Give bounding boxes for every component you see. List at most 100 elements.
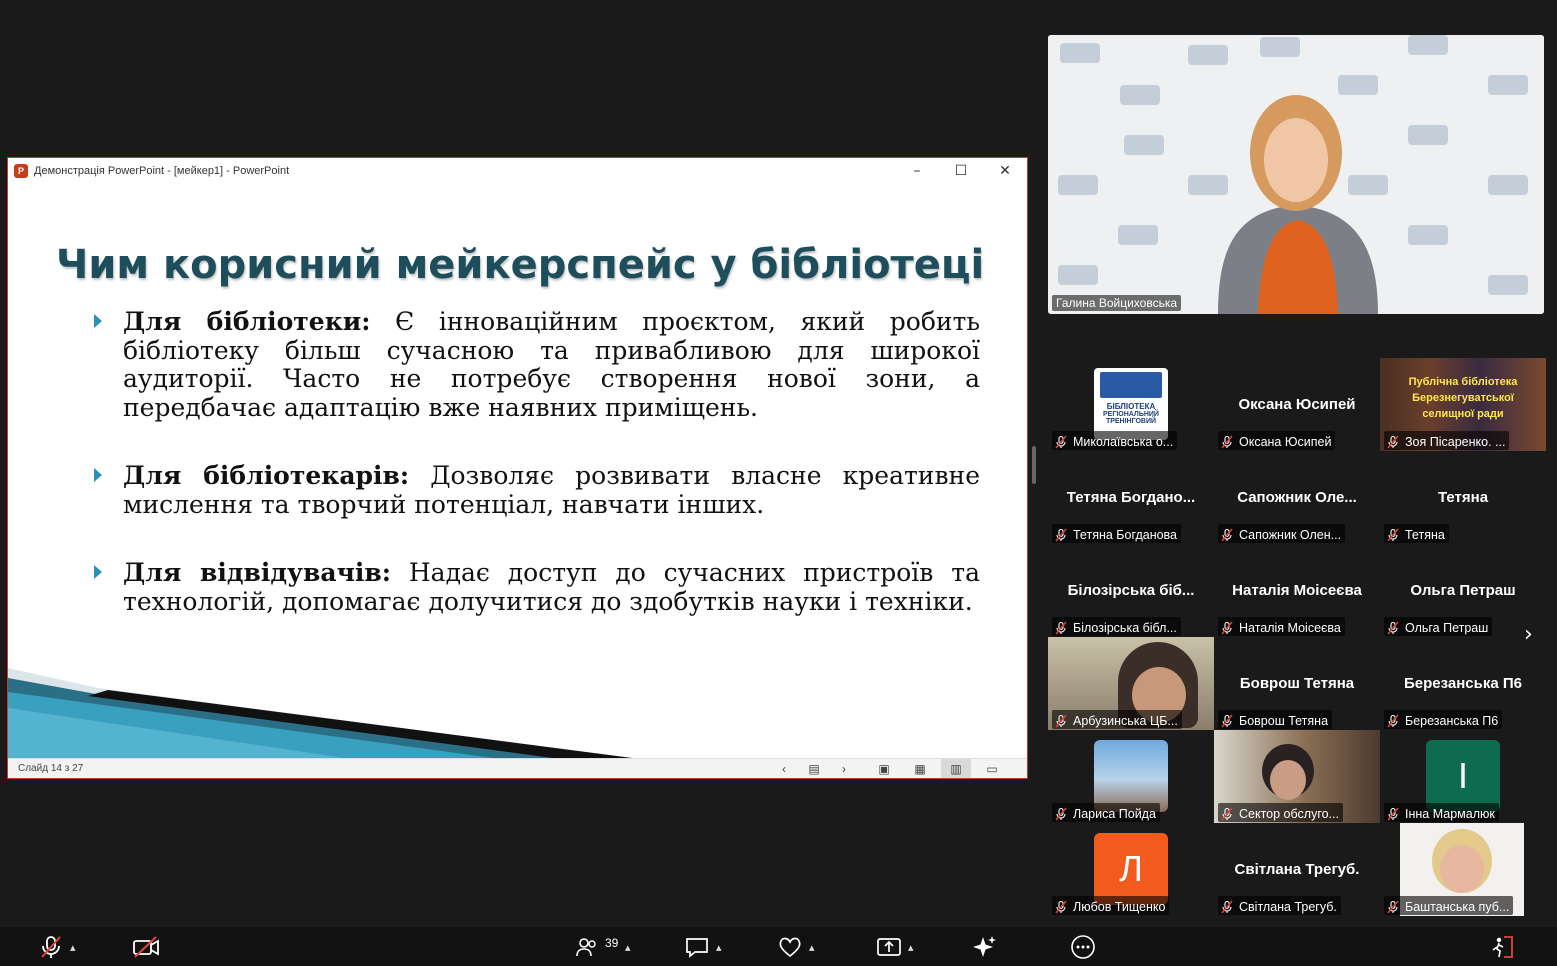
maximize-button[interactable]: ☐ (939, 158, 983, 184)
gallery-next-icon[interactable]: › (1524, 622, 1533, 647)
normal-view-icon[interactable]: ▣ (869, 759, 899, 778)
bullet-lead: Для відвідувачів: (123, 558, 391, 587)
more-button[interactable] (1070, 932, 1096, 962)
participant-photo (1094, 740, 1168, 812)
participant-avatar: Л (1094, 833, 1168, 905)
participant-name-label: Зоя Пісаренко. ... (1384, 431, 1510, 450)
participant-tile[interactable]: БІБЛІОТЕКА РЕГІОНАЛЬНИЙ ТРЕНІНГОВИЙ Миколаї… (1048, 358, 1214, 451)
powerpoint-window: P Демонстрація PowerPoint - [мейкер1] - … (7, 157, 1028, 779)
participant-name-label: Любов Тищенко (1052, 896, 1170, 915)
ai-assistant-button[interactable] (971, 932, 997, 962)
participants-button[interactable]: 39 ▴ (575, 932, 645, 962)
participant-tile[interactable]: Л Любов Тищенко (1048, 823, 1214, 916)
library-overlay-text: селищної ради (1422, 408, 1504, 420)
mic-muted-icon (1387, 435, 1399, 448)
participant-tile[interactable]: Баштанська пуб... (1380, 823, 1546, 916)
participant-avatar: І (1426, 740, 1500, 812)
participant-tile[interactable]: Арбузинська ЦБ... (1048, 637, 1214, 730)
chat-button[interactable]: ▴ (684, 932, 722, 962)
participant-display-name: Тетяна Богдано... (1066, 489, 1196, 506)
participant-display-name: Світлана Трегуб. (1234, 861, 1360, 878)
mic-toggle[interactable]: ▴ (38, 932, 76, 962)
minimize-button[interactable]: – (895, 158, 939, 184)
prev-slide-icon[interactable]: ‹ (769, 759, 799, 778)
slide-title: Чим корисний мейкерспейс у бібліотеці (56, 242, 985, 288)
logo-line: РЕГІОНАЛЬНИЙ (1103, 411, 1159, 418)
participant-tile[interactable]: Оксана Юсипей Оксана Юсипей (1214, 358, 1380, 451)
org-logo: БІБЛІОТЕКА РЕГІОНАЛЬНИЙ ТРЕНІНГОВИЙ (1094, 368, 1168, 440)
bullet-librarians: Для бібліотекарів: Дозволяє розвивати вл… (94, 461, 980, 519)
meeting-toolbar: ▴ 39 ▴ ▴ ▴ ▴ (0, 927, 1557, 966)
slide-canvas: Чим корисний мейкерспейс у бібліотеці Дл… (8, 184, 1027, 760)
participant-name: Березанська П6 (1405, 713, 1499, 728)
reactions-options-icon[interactable]: ▴ (809, 941, 815, 954)
panel-resize-handle[interactable] (1032, 446, 1036, 484)
reading-view-icon[interactable]: ▥ (941, 759, 971, 778)
slide-counter: Слайд 14 з 27 (18, 763, 84, 774)
participant-display-name: Сапожник Оле... (1237, 489, 1357, 506)
participant-tile[interactable]: Білозірська біб... Білозірська бібл... (1048, 544, 1214, 637)
participant-name-label: Березанська П6 (1384, 710, 1503, 729)
participant-name: Лариса Пойда (1073, 806, 1156, 821)
participant-name: Світлана Трегуб. (1239, 899, 1337, 914)
participant-name-label: Світлана Трегуб. (1218, 896, 1341, 915)
camera-off-icon (133, 936, 159, 958)
slide-list-icon[interactable]: ▤ (799, 759, 829, 778)
mic-muted-icon (1221, 807, 1233, 820)
participant-tile[interactable]: Наталія Моісеєва Наталія Моісеєва (1214, 544, 1380, 637)
participant-tile[interactable]: Сапожник Оле... Сапожник Олен... (1214, 451, 1380, 544)
slide-bullets: Для бібліотеки: Є інноваційним проєктом,… (94, 307, 980, 656)
library-overlay-text: Березнегуватської (1412, 392, 1514, 404)
bullet-lead: Для бібліотеки: (123, 307, 371, 336)
mic-muted-icon (1055, 528, 1067, 541)
participant-tile[interactable]: Березанська П6 Березанська П6 (1380, 637, 1546, 730)
leave-icon (1492, 936, 1513, 958)
bullet-arrow-icon (94, 314, 102, 328)
participant-tile[interactable]: Світлана Трегуб. Світлана Трегуб. (1214, 823, 1380, 916)
logo-line: БІБЛІОТЕКА (1106, 402, 1156, 411)
participant-display-name: Боврош Тетяна (1239, 675, 1355, 692)
mic-options-icon[interactable]: ▴ (70, 941, 76, 954)
participant-display-name: Наталія Моісеєва (1232, 582, 1362, 599)
participant-name: Любов Тищенко (1073, 899, 1166, 914)
ppt-statusbar: Слайд 14 з 27 ‹ ▤ › ▣ ▦ ▥ ▭ (8, 758, 1027, 778)
bullet-visitors: Для відвідувачів: Надає доступ до сучасн… (94, 558, 980, 616)
participant-tile[interactable]: Публічна бібліотека Березнегуватської сели… (1380, 358, 1546, 451)
reactions-button[interactable]: ▴ (777, 932, 815, 962)
participant-tile[interactable]: І Інна Мармалюк (1380, 730, 1546, 823)
participant-tile[interactable]: Сектор обслуго... (1214, 730, 1380, 823)
mic-muted-icon (1387, 528, 1399, 541)
participant-display-name: Тетяна (1437, 489, 1489, 506)
next-slide-icon[interactable]: › (829, 759, 859, 778)
participant-name-label: Наталія Моісеєва (1218, 617, 1345, 636)
slide-sorter-icon[interactable]: ▦ (905, 759, 935, 778)
participants-options-icon[interactable]: ▴ (625, 941, 631, 954)
close-button[interactable]: ✕ (983, 158, 1027, 184)
participant-name: Арбузинська ЦБ... (1073, 713, 1178, 728)
mic-muted-icon (1221, 900, 1233, 913)
mic-muted-icon (1055, 714, 1067, 727)
more-icon (1071, 935, 1095, 959)
bullet-library: Для бібліотеки: Є інноваційним проєктом,… (94, 307, 980, 422)
leave-button[interactable] (1490, 932, 1516, 962)
participant-name: Баштанська пуб... (1405, 899, 1510, 914)
participant-display-name: Ольга Петраш (1410, 582, 1516, 599)
participant-tile[interactable]: Тетяна Тетяна (1380, 451, 1546, 544)
camera-toggle[interactable] (132, 932, 160, 962)
speaker-video[interactable]: Галина Войциховська (1048, 35, 1544, 314)
mic-muted-icon (1387, 621, 1399, 634)
slideshow-icon[interactable]: ▭ (977, 759, 1007, 778)
participant-tile[interactable]: Лариса Пойда (1048, 730, 1214, 823)
heart-icon (779, 937, 801, 958)
participant-name-label: Тетяна (1384, 524, 1449, 543)
participant-display-name: Білозірська біб... (1067, 582, 1195, 599)
share-options-icon[interactable]: ▴ (908, 941, 914, 954)
participant-tile[interactable]: Боврош Тетяна Боврош Тетяна (1214, 637, 1380, 730)
share-screen-button[interactable]: ▴ (876, 932, 914, 962)
chat-options-icon[interactable]: ▴ (716, 941, 722, 954)
participant-name: Оксана Юсипей (1239, 434, 1332, 449)
mic-muted-icon (1387, 900, 1399, 913)
participant-tile[interactable]: Тетяна Богдано... Тетяна Богданова (1048, 451, 1214, 544)
participant-tile[interactable]: Ольга Петраш Ольга Петраш (1380, 544, 1546, 637)
participant-name: Тетяна (1405, 527, 1445, 542)
